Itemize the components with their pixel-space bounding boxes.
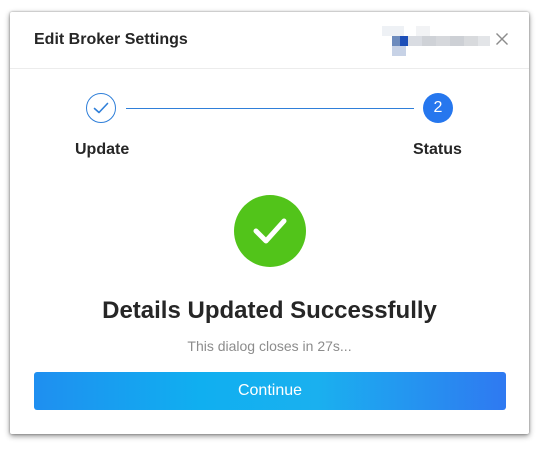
countdown-text: This dialog closes in 27s... xyxy=(187,338,352,354)
success-heading: Details Updated Successfully xyxy=(102,297,437,324)
continue-button[interactable]: Continue xyxy=(34,372,506,410)
edit-broker-settings-dialog: Edit Broker Settings 2 Update Status Det… xyxy=(10,12,529,434)
redacted-account-label xyxy=(382,26,492,56)
step-2-label: Status xyxy=(413,141,462,158)
dialog-header: Edit Broker Settings xyxy=(10,12,529,69)
step-1-complete-indicator xyxy=(86,93,116,123)
progress-stepper: 2 Update Status xyxy=(10,68,529,168)
screen: Edit Broker Settings 2 Update Status Det… xyxy=(0,0,545,452)
close-icon[interactable] xyxy=(494,31,510,47)
step-1-label: Update xyxy=(75,141,130,158)
check-icon xyxy=(93,102,109,114)
step-2-active-indicator: 2 xyxy=(423,93,453,123)
dialog-title: Edit Broker Settings xyxy=(34,31,188,48)
check-circle-icon xyxy=(234,195,306,267)
step-connector-line xyxy=(126,108,414,109)
